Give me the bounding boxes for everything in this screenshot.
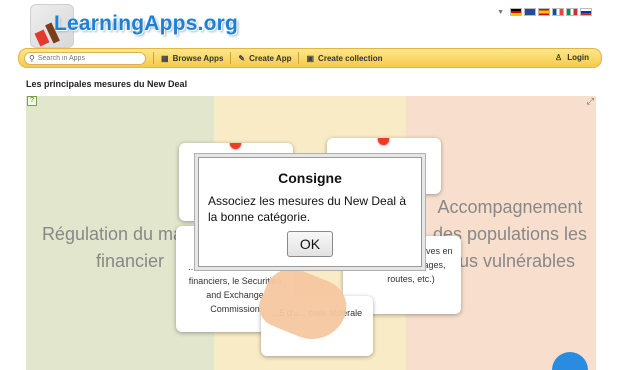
flag-it-icon[interactable] bbox=[566, 8, 578, 16]
create-app-label: Create App bbox=[249, 53, 292, 63]
toolbar-divider bbox=[298, 52, 300, 64]
flag-es-icon[interactable] bbox=[538, 8, 550, 16]
search-icon: ⚲ bbox=[29, 53, 35, 63]
login-label: Login bbox=[567, 53, 589, 62]
page-title: Les principales mesures du New Deal bbox=[26, 79, 188, 89]
flag-fr-icon[interactable] bbox=[552, 8, 564, 16]
collection-icon: ▣ bbox=[306, 53, 315, 63]
browse-apps-button[interactable]: ▦ Browse Apps bbox=[161, 54, 223, 63]
fullscreen-icon[interactable]: ⤢ bbox=[587, 96, 594, 107]
search-input[interactable] bbox=[37, 54, 138, 62]
flag-de-icon[interactable] bbox=[510, 8, 522, 16]
help-icon[interactable]: ? bbox=[27, 96, 37, 106]
flag-uk-icon[interactable] bbox=[524, 8, 536, 16]
login-button[interactable]: ♙ Login bbox=[555, 53, 589, 62]
language-selector[interactable]: ▼ bbox=[497, 8, 592, 16]
grid-icon: ▦ bbox=[161, 53, 169, 63]
create-app-button[interactable]: ✎ Create App bbox=[238, 54, 291, 63]
instruction-dialog: Consigne Associez les mesures du New Dea… bbox=[198, 157, 422, 267]
toolbar-divider bbox=[153, 52, 154, 64]
create-collection-label: Create collection bbox=[318, 53, 383, 63]
ok-button[interactable]: OK bbox=[287, 231, 333, 257]
dialog-text: Associez les mesures du New Deal à la bo… bbox=[208, 194, 407, 224]
flag-ru-icon[interactable] bbox=[580, 8, 592, 16]
chevron-down-icon[interactable]: ▼ bbox=[497, 9, 504, 16]
create-collection-button[interactable]: ▣ Create collection bbox=[306, 54, 382, 63]
browse-apps-label: Browse Apps bbox=[172, 53, 224, 63]
toolbar-divider bbox=[230, 52, 232, 64]
main-toolbar: ⚲ ▦ Browse Apps ✎ Create App ▣ Create co… bbox=[18, 48, 602, 68]
user-icon: ♙ bbox=[555, 53, 563, 62]
learningapps-page: LearningApps.org ▼ ⚲ ▦ Browse Apps ✎ Cre… bbox=[0, 0, 620, 370]
logo-text: LearningApps.org bbox=[54, 12, 239, 35]
search-box[interactable]: ⚲ bbox=[24, 51, 146, 65]
pencil-icon: ✎ bbox=[238, 53, 246, 63]
learningapps-logo[interactable]: LearningApps.org bbox=[30, 2, 238, 48]
dialog-title: Consigne bbox=[278, 170, 342, 186]
